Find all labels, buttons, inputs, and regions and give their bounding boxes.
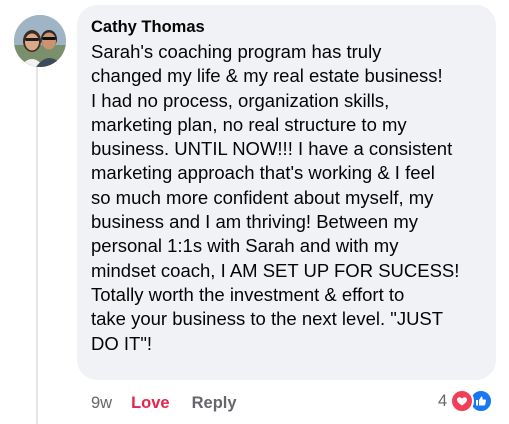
reaction-count: 4 — [438, 391, 448, 410]
reaction-icons — [450, 388, 496, 414]
love-reaction-button[interactable]: Love — [131, 394, 170, 413]
avatar-photo — [14, 15, 66, 67]
comment-author[interactable]: Cathy Thomas — [91, 16, 480, 38]
comment-timestamp[interactable]: 9w — [91, 394, 112, 413]
reaction-summary[interactable]: 4 — [438, 388, 496, 414]
avatar[interactable] — [14, 15, 66, 67]
love-icon — [450, 389, 475, 413]
comment-actions: 9w Love Reply — [91, 391, 237, 415]
comment-text: Sarah's coaching program has truly chang… — [91, 41, 460, 354]
reply-button[interactable]: Reply — [192, 394, 237, 413]
thread-line — [36, 66, 38, 424]
comment-bubble: Cathy Thomas Sarah's coaching program ha… — [77, 5, 496, 380]
